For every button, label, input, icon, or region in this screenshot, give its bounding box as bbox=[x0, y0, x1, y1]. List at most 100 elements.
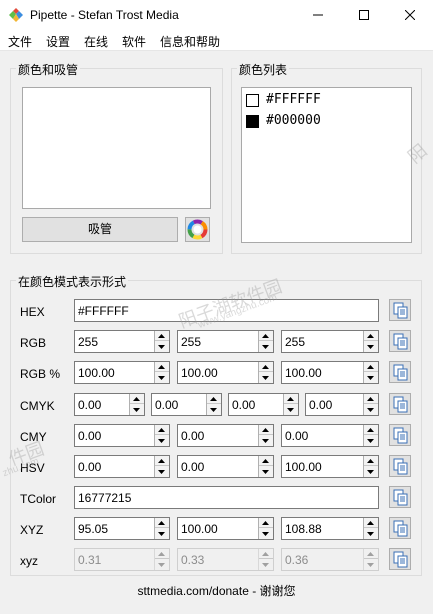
menu-software[interactable]: 软件 bbox=[122, 33, 146, 50]
hsv-s-stepper[interactable]: 0.00 bbox=[177, 455, 274, 478]
xyz-z-stepper[interactable]: 108.88 bbox=[281, 517, 379, 540]
rgb-g-stepper[interactable]: 255 bbox=[177, 330, 274, 353]
spin-up-button[interactable] bbox=[259, 331, 273, 341]
spin-buttons[interactable] bbox=[154, 425, 169, 446]
spin-buttons[interactable] bbox=[154, 456, 169, 477]
spin-down-button[interactable] bbox=[259, 466, 273, 477]
copy-cmy-button[interactable] bbox=[389, 424, 411, 446]
spin-buttons[interactable] bbox=[258, 362, 273, 383]
spin-up-button[interactable] bbox=[364, 518, 378, 528]
tcolor-field[interactable]: 16777215 bbox=[74, 486, 379, 509]
copy-tcolor-button[interactable] bbox=[389, 486, 411, 508]
spin-up-button[interactable] bbox=[364, 456, 378, 466]
spin-up-button[interactable] bbox=[259, 425, 273, 435]
spin-down-button[interactable] bbox=[284, 404, 298, 415]
spin-up-button[interactable] bbox=[284, 394, 298, 404]
menu-settings[interactable]: 设置 bbox=[46, 33, 70, 50]
menu-info-help[interactable]: 信息和帮助 bbox=[160, 33, 220, 50]
spin-buttons[interactable] bbox=[363, 456, 378, 477]
spin-up-button[interactable] bbox=[259, 362, 273, 372]
spin-buttons[interactable] bbox=[363, 331, 378, 352]
spin-down-button[interactable] bbox=[364, 435, 378, 446]
spin-down-button[interactable] bbox=[364, 372, 378, 383]
spin-buttons[interactable] bbox=[258, 331, 273, 352]
spin-down-button[interactable] bbox=[155, 341, 169, 352]
spin-down-button[interactable] bbox=[155, 372, 169, 383]
spin-buttons[interactable] bbox=[154, 362, 169, 383]
spin-buttons[interactable] bbox=[154, 518, 169, 539]
copy-rgb-percent-button[interactable] bbox=[389, 361, 411, 383]
spin-down-button[interactable] bbox=[364, 404, 378, 415]
copy-xyz-button[interactable] bbox=[389, 517, 411, 539]
close-button[interactable] bbox=[387, 0, 433, 30]
spin-down-button[interactable] bbox=[364, 341, 378, 352]
cmyk-y-stepper[interactable]: 0.00 bbox=[228, 393, 299, 416]
color-list[interactable] bbox=[241, 87, 412, 243]
spin-buttons[interactable] bbox=[363, 518, 378, 539]
spin-buttons[interactable] bbox=[363, 362, 378, 383]
spin-buttons[interactable] bbox=[363, 394, 378, 415]
spin-down-button[interactable] bbox=[364, 528, 378, 539]
copy-xyz-small-button[interactable] bbox=[389, 548, 411, 570]
hsv-h-stepper[interactable]: 0.00 bbox=[74, 455, 170, 478]
maximize-button[interactable] bbox=[341, 0, 387, 30]
copy-cmyk-button[interactable] bbox=[389, 393, 411, 415]
menu-file[interactable]: 文件 bbox=[8, 33, 32, 50]
rgb-b-stepper[interactable]: 255 bbox=[281, 330, 379, 353]
spin-down-button[interactable] bbox=[364, 466, 378, 477]
cmy-m-stepper[interactable]: 0.00 bbox=[177, 424, 274, 447]
color-wheel-button[interactable] bbox=[185, 217, 210, 242]
spin-up-button[interactable] bbox=[364, 331, 378, 341]
spin-down-button[interactable] bbox=[259, 341, 273, 352]
spin-up-button[interactable] bbox=[155, 362, 169, 372]
menu-online[interactable]: 在线 bbox=[84, 33, 108, 50]
spin-buttons[interactable] bbox=[206, 394, 221, 415]
cmy-c-stepper[interactable]: 0.00 bbox=[74, 424, 170, 447]
xyz-x-stepper[interactable]: 95.05 bbox=[74, 517, 170, 540]
rgb-r-stepper[interactable]: 255 bbox=[74, 330, 170, 353]
rgb-percent-r-stepper[interactable]: 100.00 bbox=[74, 361, 170, 384]
cmy-y-stepper[interactable]: 0.00 bbox=[281, 424, 379, 447]
list-item[interactable]: #FFFFFF bbox=[246, 91, 406, 109]
spin-buttons[interactable] bbox=[283, 394, 298, 415]
spin-down-button[interactable] bbox=[207, 404, 221, 415]
list-item[interactable]: #000000 bbox=[246, 112, 406, 130]
hsv-v-stepper[interactable]: 100.00 bbox=[281, 455, 379, 478]
copy-hsv-button[interactable] bbox=[389, 455, 411, 477]
pipette-button[interactable]: 吸管 bbox=[22, 217, 178, 242]
spin-up-button[interactable] bbox=[155, 456, 169, 466]
xyz-y-stepper[interactable]: 100.00 bbox=[177, 517, 274, 540]
cmyk-c-stepper[interactable]: 0.00 bbox=[74, 393, 145, 416]
cmyk-k-stepper[interactable]: 0.00 bbox=[305, 393, 379, 416]
spin-down-button[interactable] bbox=[155, 466, 169, 477]
spin-up-button[interactable] bbox=[155, 331, 169, 341]
rgb-percent-b-stepper[interactable]: 100.00 bbox=[281, 361, 379, 384]
spin-down-button[interactable] bbox=[155, 435, 169, 446]
spin-buttons[interactable] bbox=[363, 425, 378, 446]
cmyk-m-stepper[interactable]: 0.00 bbox=[151, 393, 222, 416]
hex-field[interactable]: #FFFFFF bbox=[74, 299, 379, 322]
spin-down-button[interactable] bbox=[259, 372, 273, 383]
spin-up-button[interactable] bbox=[207, 394, 221, 404]
spin-up-button[interactable] bbox=[364, 394, 378, 404]
spin-up-button[interactable] bbox=[259, 518, 273, 528]
spin-up-button[interactable] bbox=[155, 518, 169, 528]
spin-buttons[interactable] bbox=[258, 518, 273, 539]
spin-up-button[interactable] bbox=[155, 425, 169, 435]
donate-link[interactable]: sttmedia.com/donate - 谢谢您 bbox=[0, 582, 433, 599]
spin-buttons[interactable] bbox=[258, 456, 273, 477]
copy-rgb-button[interactable] bbox=[389, 330, 411, 352]
spin-down-button[interactable] bbox=[130, 404, 144, 415]
spin-up-button[interactable] bbox=[130, 394, 144, 404]
spin-down-button[interactable] bbox=[259, 435, 273, 446]
spin-buttons[interactable] bbox=[154, 331, 169, 352]
spin-down-button[interactable] bbox=[259, 528, 273, 539]
spin-buttons[interactable] bbox=[129, 394, 144, 415]
spin-up-button[interactable] bbox=[364, 362, 378, 372]
minimize-button[interactable] bbox=[295, 0, 341, 30]
spin-down-button[interactable] bbox=[155, 528, 169, 539]
spin-up-button[interactable] bbox=[259, 456, 273, 466]
spin-buttons[interactable] bbox=[258, 425, 273, 446]
rgb-percent-g-stepper[interactable]: 100.00 bbox=[177, 361, 274, 384]
copy-hex-button[interactable] bbox=[389, 299, 411, 321]
